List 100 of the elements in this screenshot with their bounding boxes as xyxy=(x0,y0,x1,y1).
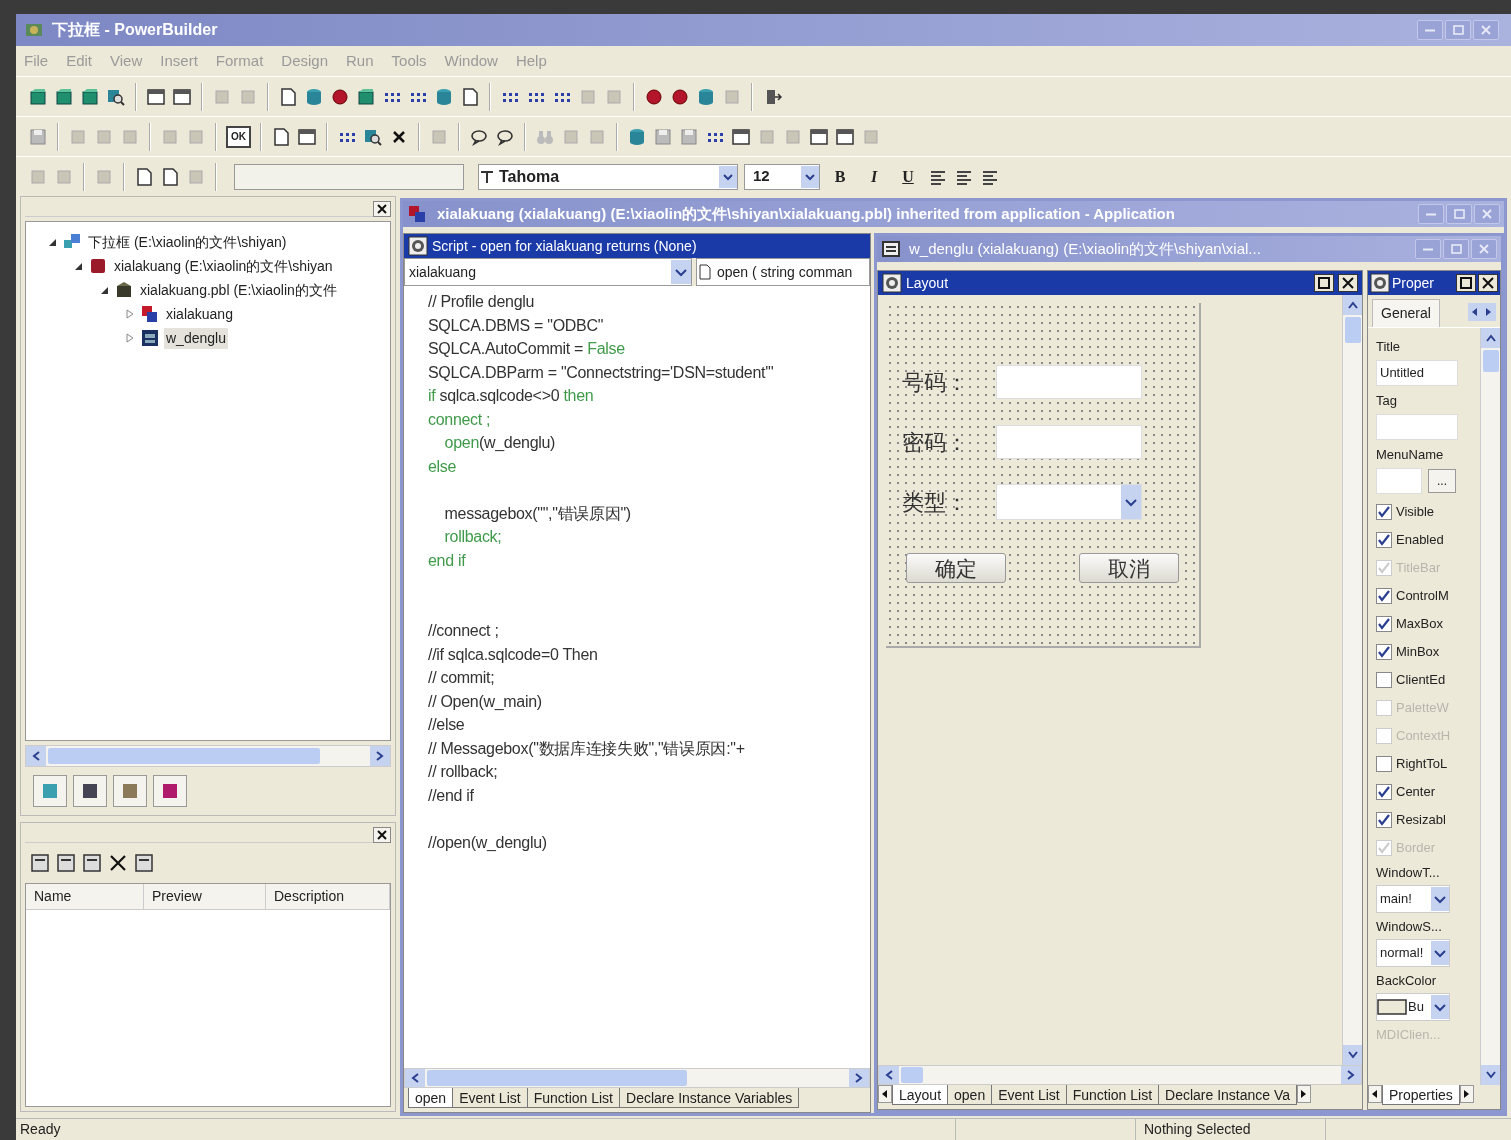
window-icon[interactable] xyxy=(835,126,855,147)
scroll-up-button[interactable] xyxy=(1481,328,1500,348)
cylinder-icon[interactable] xyxy=(696,86,716,107)
cylinder-icon[interactable] xyxy=(304,86,324,107)
scroll-thumb[interactable] xyxy=(901,1067,923,1083)
scroll-left-button[interactable] xyxy=(879,1066,899,1084)
scroll-left-button[interactable] xyxy=(26,746,46,766)
object-dropdown[interactable]: xialakuang xyxy=(404,258,692,286)
checkbox[interactable] xyxy=(1376,644,1392,660)
tab-scroll-left-button[interactable] xyxy=(1468,303,1482,321)
horizontal-scrollbar[interactable] xyxy=(878,1065,1362,1085)
column-header[interactable]: Preview xyxy=(144,884,266,909)
collapsed-arrow-icon[interactable] xyxy=(124,308,136,320)
collapsed-arrow-icon[interactable] xyxy=(124,332,136,344)
scroll-up-button[interactable] xyxy=(1343,295,1362,315)
cube-icon[interactable] xyxy=(28,86,48,107)
checkbox[interactable] xyxy=(1376,532,1392,548)
tree-item[interactable]: w_denglu xyxy=(164,327,228,349)
vertical-scrollbar[interactable] xyxy=(1480,328,1500,1085)
close-button[interactable] xyxy=(373,826,391,843)
tree-item[interactable]: 下拉框 (E:\xiaolin的文件\shiyan) xyxy=(86,231,289,253)
window-icon[interactable] xyxy=(146,86,166,107)
browse-button[interactable]: ... xyxy=(1428,469,1456,493)
tab[interactable]: Declare Instance Va xyxy=(1158,1085,1298,1105)
checkbox[interactable] xyxy=(1376,616,1392,632)
window-icon[interactable] xyxy=(297,126,317,147)
scroll-thumb[interactable] xyxy=(48,748,320,764)
event-dropdown[interactable]: open ( string comman xyxy=(696,258,870,286)
font-size-dropdown[interactable]: 12 xyxy=(744,163,820,190)
field-label: 密码： xyxy=(902,428,969,457)
font-name-dropdown[interactable]: Tahoma xyxy=(478,163,738,190)
circle-icon[interactable] xyxy=(670,86,690,107)
cube-icon[interactable] xyxy=(356,86,376,107)
panel-tab[interactable] xyxy=(153,775,187,807)
close-button[interactable] xyxy=(1478,274,1498,292)
cylinder-icon[interactable] xyxy=(434,86,454,107)
input-field[interactable] xyxy=(1376,468,1422,494)
checkbox[interactable] xyxy=(1376,672,1392,688)
vertical-scrollbar[interactable] xyxy=(1342,295,1362,1065)
minimize-icon xyxy=(1426,212,1436,216)
window-icon[interactable] xyxy=(172,86,192,107)
checkbox[interactable] xyxy=(1376,756,1392,772)
input-field[interactable] xyxy=(996,425,1142,459)
tab-scroll-right-button[interactable] xyxy=(1482,303,1496,321)
scroll-right-button[interactable] xyxy=(1341,1066,1361,1084)
scroll-down-button[interactable] xyxy=(1481,1065,1500,1085)
form-button[interactable]: 确定 xyxy=(906,553,1006,583)
close-button[interactable] xyxy=(373,200,391,217)
scroll-thumb[interactable] xyxy=(1482,350,1499,372)
maximize-button[interactable] xyxy=(1456,274,1476,292)
horizontal-scrollbar[interactable] xyxy=(404,1068,870,1088)
tree-item[interactable]: xialakuang (E:\xiaolin的文件\shiyan xyxy=(112,255,335,277)
tab[interactable]: Layout xyxy=(892,1085,949,1105)
scroll-thumb[interactable] xyxy=(427,1070,688,1086)
scroll-down-button[interactable] xyxy=(1343,1045,1362,1065)
field-label: 类型： xyxy=(902,488,969,517)
close-button[interactable] xyxy=(1338,274,1358,292)
circle-icon[interactable] xyxy=(330,86,350,107)
cylinder-icon[interactable] xyxy=(627,126,647,147)
italic-button[interactable]: I xyxy=(860,164,888,189)
cube-icon[interactable] xyxy=(80,86,100,107)
cube-icon[interactable] xyxy=(54,86,74,107)
tab[interactable]: open xyxy=(408,1088,454,1108)
circle-icon[interactable] xyxy=(644,86,664,107)
underline-button[interactable]: U xyxy=(894,164,922,189)
panel-tab[interactable] xyxy=(73,775,107,807)
horizontal-scrollbar[interactable] xyxy=(25,745,391,767)
column-header[interactable]: Name xyxy=(26,884,144,909)
window-icon[interactable] xyxy=(731,126,751,147)
tab-scroll-left-button[interactable] xyxy=(878,1085,892,1103)
tab-scroll-left-button[interactable] xyxy=(1368,1085,1382,1103)
name-field[interactable] xyxy=(234,163,464,190)
scroll-thumb[interactable] xyxy=(1344,317,1361,343)
property-dropdown[interactable]: normal! xyxy=(1376,939,1450,967)
form-button[interactable]: 取消 xyxy=(1079,553,1179,583)
scroll-right-button[interactable] xyxy=(370,746,390,766)
checkbox[interactable] xyxy=(1376,812,1392,828)
panel-tab[interactable] xyxy=(113,775,147,807)
scroll-left-button[interactable] xyxy=(405,1069,425,1087)
tab[interactable]: General xyxy=(1372,299,1440,327)
tree-item[interactable]: xialakuang.pbl (E:\xiaolin的文件 xyxy=(138,279,339,301)
ok-button[interactable]: OK xyxy=(226,125,251,148)
input-field[interactable]: Untitled xyxy=(1376,360,1458,386)
maximize-button[interactable] xyxy=(1314,274,1334,292)
input-field[interactable] xyxy=(1376,414,1458,440)
column-header[interactable]: Description xyxy=(266,884,390,909)
window-icon[interactable] xyxy=(81,852,103,874)
input-field[interactable] xyxy=(996,365,1142,399)
tree-item[interactable]: xialakuang xyxy=(164,303,235,325)
property-dropdown[interactable]: main! xyxy=(1376,885,1450,913)
checkbox[interactable] xyxy=(1376,784,1392,800)
bold-button[interactable]: B xyxy=(826,164,854,189)
color-dropdown[interactable]: Bu xyxy=(1376,993,1450,1021)
tab[interactable]: Properties xyxy=(1382,1085,1460,1105)
checkbox[interactable] xyxy=(1376,588,1392,604)
tab-scroll-right-button[interactable] xyxy=(1297,1085,1312,1103)
tab[interactable]: Declare Instance Variables xyxy=(619,1088,800,1108)
checkbox[interactable] xyxy=(1376,504,1392,520)
window-icon[interactable] xyxy=(809,126,829,147)
scroll-right-button[interactable] xyxy=(849,1069,869,1087)
